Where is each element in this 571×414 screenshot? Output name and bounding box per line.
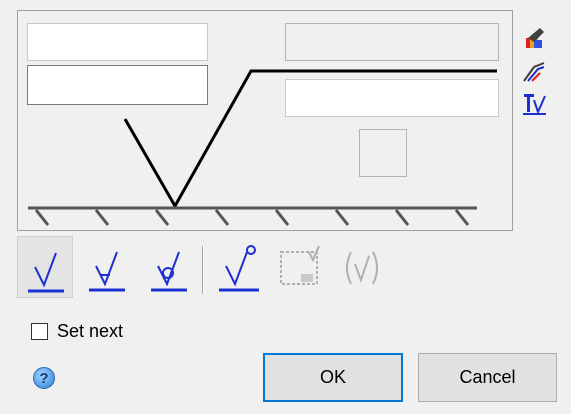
leader-style-icon[interactable] (520, 57, 548, 85)
symbol-layout-icon[interactable] (520, 90, 548, 118)
basic-surface-symbol-button[interactable] (17, 236, 73, 298)
material-removal-prohibited-button[interactable] (141, 236, 197, 298)
symbol-preview-area (17, 10, 513, 231)
checkbox-box[interactable] (31, 323, 48, 340)
side-toolbar (520, 24, 548, 123)
parenthesized-symbol-button (335, 236, 391, 298)
help-icon[interactable]: ? (33, 367, 55, 389)
format-painter-icon[interactable] (520, 24, 548, 52)
symbol-type-toolbar (17, 236, 397, 298)
surface-finish-symbol-graphic (28, 69, 497, 226)
toolbar-separator (202, 246, 204, 294)
material-removal-required-button[interactable] (79, 236, 135, 298)
all-around-symbol-button[interactable] (213, 236, 269, 298)
jis-surface-symbol-button (275, 236, 331, 298)
cancel-button[interactable]: Cancel (418, 353, 557, 402)
set-next-checkbox[interactable]: Set next (31, 321, 123, 342)
set-next-label: Set next (57, 321, 124, 341)
ok-button[interactable]: OK (263, 353, 403, 402)
